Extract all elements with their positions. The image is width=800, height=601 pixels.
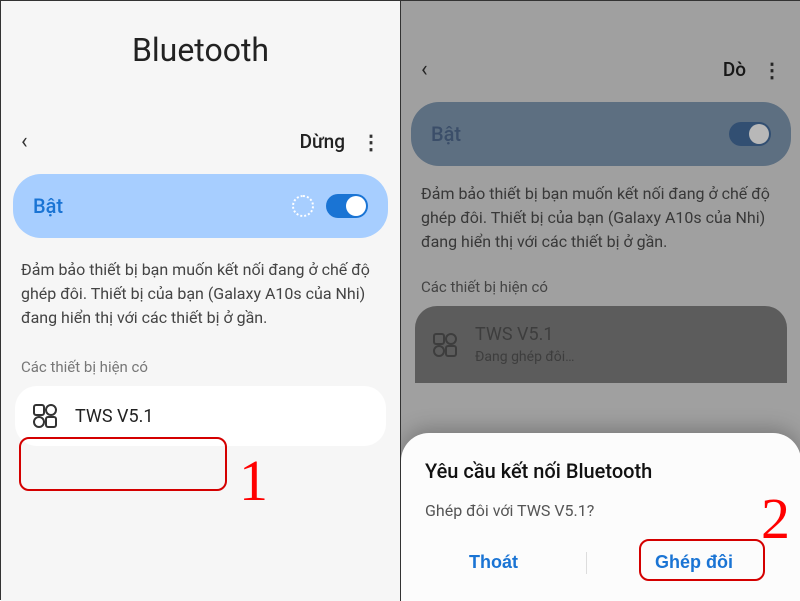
scanning-spinner-icon bbox=[292, 195, 314, 217]
info-text: Đảm bảo thiết bị bạn muốn kết nối đang ở… bbox=[1, 238, 400, 350]
device-item-tws[interactable]: TWS V5.1 bbox=[15, 386, 386, 446]
bluetooth-screen-step2: ‹ Dò ⋮ Bật Đảm bảo thiết bị bạn muốn kết… bbox=[401, 1, 800, 601]
device-name: TWS V5.1 bbox=[475, 324, 575, 345]
stop-scan-button[interactable]: Dừng bbox=[300, 130, 345, 153]
divider bbox=[586, 552, 587, 574]
bluetooth-switch[interactable] bbox=[326, 194, 368, 218]
bluetooth-toggle-row[interactable]: Bật bbox=[411, 102, 791, 166]
device-name: TWS V5.1 bbox=[75, 406, 153, 427]
pairing-dialog: Yêu cầu kết nối Bluetooth Ghép đôi với T… bbox=[401, 433, 800, 601]
more-icon[interactable]: ⋮ bbox=[361, 130, 380, 154]
device-category-icon bbox=[33, 404, 57, 428]
bluetooth-switch[interactable] bbox=[729, 122, 771, 146]
device-category-icon bbox=[433, 333, 457, 357]
page-title: Bluetooth bbox=[1, 31, 400, 69]
dialog-title: Yêu cầu kết nối Bluetooth bbox=[425, 459, 777, 483]
more-icon[interactable]: ⋮ bbox=[762, 58, 781, 82]
cancel-button[interactable]: Thoát bbox=[449, 546, 538, 579]
device-status: Đang ghép đôi… bbox=[475, 349, 575, 365]
toggle-label: Bật bbox=[33, 194, 292, 218]
bluetooth-toggle-row[interactable]: Bật bbox=[13, 174, 388, 238]
available-devices-label: Các thiết bị hiện có bbox=[1, 350, 400, 386]
dialog-message: Ghép đôi với TWS V5.1? bbox=[425, 501, 777, 520]
annotation-step-1: 1 bbox=[239, 447, 268, 514]
dialog-actions: Thoát Ghép đôi bbox=[425, 546, 777, 579]
device-item-tws[interactable]: TWS V5.1 Đang ghép đôi… bbox=[415, 306, 787, 383]
toggle-label: Bật bbox=[431, 122, 729, 146]
back-icon[interactable]: ‹ bbox=[21, 129, 28, 154]
available-devices-label: Các thiết bị hiện có bbox=[401, 270, 800, 306]
bluetooth-screen-step1: Bluetooth ‹ Dừng ⋮ Bật Đảm bảo thiết bị … bbox=[1, 1, 401, 601]
toolbar: ‹ Dò ⋮ bbox=[401, 57, 800, 82]
pair-button[interactable]: Ghép đôi bbox=[635, 546, 753, 579]
info-text: Đảm bảo thiết bị bạn muốn kết nối đang ở… bbox=[401, 166, 800, 270]
scan-button[interactable]: Dò bbox=[723, 58, 746, 81]
back-icon[interactable]: ‹ bbox=[421, 57, 428, 82]
toolbar: ‹ Dừng ⋮ bbox=[1, 129, 400, 154]
